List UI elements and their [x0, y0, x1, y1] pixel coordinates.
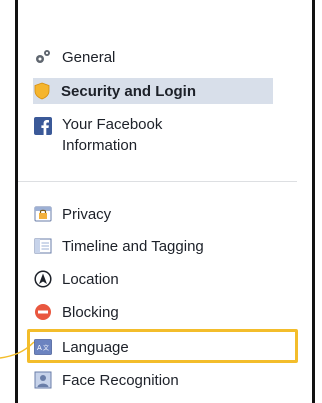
section-divider	[18, 181, 297, 182]
sidebar-item-label: Location	[62, 270, 119, 288]
timeline-icon	[34, 238, 52, 254]
sidebar-item-label: Your Facebook Information	[62, 116, 163, 154]
sidebar-item-security[interactable]: Security and Login	[33, 78, 273, 104]
sidebar-item-general[interactable]: General	[34, 44, 252, 70]
sidebar-item-privacy[interactable]: Privacy	[34, 201, 252, 227]
sidebar-item-label: Privacy	[62, 205, 112, 223]
shield-icon	[34, 82, 50, 100]
block-icon	[35, 304, 51, 320]
sidebar-item-blocking[interactable]: Blocking	[34, 299, 252, 325]
sidebar-item-label: Blocking	[62, 303, 119, 321]
sidebar-item-your-facebook-info[interactable]: Your Facebook Information	[34, 114, 252, 162]
sidebar-item-face-recognition[interactable]: Face Recognition	[34, 367, 252, 393]
sidebar-item-label: Security and Login	[61, 82, 197, 100]
gears-icon	[36, 50, 50, 63]
sidebar-item-label: General	[62, 48, 116, 66]
sidebar-item-label: Timeline and Tagging	[62, 237, 204, 255]
facebook-icon	[34, 117, 52, 135]
lock-icon	[34, 206, 52, 222]
location-icon	[34, 270, 52, 288]
sidebar-item-location[interactable]: Location	[34, 266, 252, 292]
sidebar-item-label: Face Recognition	[62, 371, 179, 389]
face-recognition-icon	[34, 371, 52, 389]
language-highlight-box	[27, 329, 298, 363]
sidebar-item-timeline[interactable]: Timeline and Tagging	[34, 233, 252, 259]
